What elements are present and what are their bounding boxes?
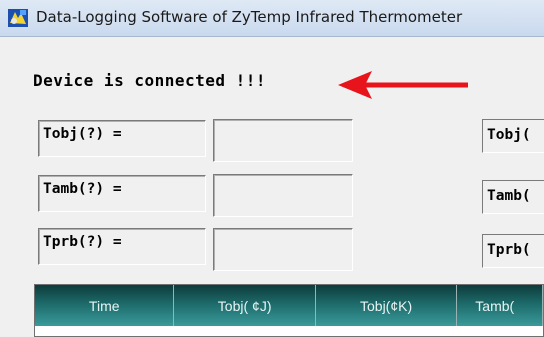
connection-status: Device is connected !!! <box>33 71 267 90</box>
tprb-right-label: Tprb( <box>482 234 544 268</box>
title-bar[interactable]: Data-Logging Software of ZyTemp Infrared… <box>0 0 544 37</box>
tprb-value-field <box>213 228 353 271</box>
grid-body[interactable] <box>35 326 543 336</box>
app-icon <box>8 9 28 27</box>
tobj-label: Tobj(?) = <box>38 120 206 157</box>
window-title: Data-Logging Software of ZyTemp Infrared… <box>36 8 463 26</box>
tobj-right-label: Tobj( <box>482 119 544 153</box>
data-grid[interactable]: Time Tobj( ¢J) Tobj(¢K) Tamb( <box>34 284 544 337</box>
tamb-value-field <box>213 174 353 217</box>
grid-header: Time Tobj( ¢J) Tobj(¢K) Tamb( <box>35 285 543 326</box>
tamb-right-label: Tamb( <box>482 180 544 214</box>
tprb-label: Tprb(?) = <box>38 228 206 265</box>
column-header-tobj-c[interactable]: Tobj( ¢J) <box>174 285 316 326</box>
tamb-label: Tamb(?) = <box>38 175 206 212</box>
column-header-tobj-k[interactable]: Tobj(¢K) <box>315 285 458 326</box>
red-arrow-icon <box>338 71 468 99</box>
column-header-time[interactable]: Time <box>35 285 175 326</box>
tobj-value-field <box>213 119 353 162</box>
column-header-tamb[interactable]: Tamb( <box>457 285 543 326</box>
